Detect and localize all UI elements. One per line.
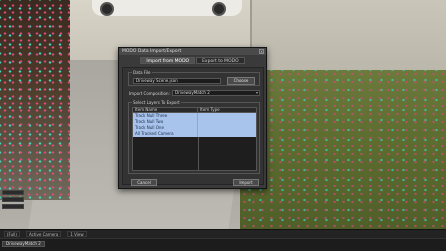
import-button[interactable]: Import [233, 179, 259, 186]
row-item-name: All Tracked Camera [133, 131, 198, 137]
resolution-select[interactable]: (Full) [4, 231, 20, 237]
timeline-comp-tab[interactable]: DrivewayMatch 2 [2, 241, 45, 247]
close-icon[interactable]: x [259, 49, 264, 54]
choose-button[interactable]: Choose [227, 77, 255, 85]
data-file-label: Data File [132, 70, 152, 75]
import-panel: Data File Driveway Scene.json Choose Imp… [122, 67, 264, 186]
shrub-track-points [0, 0, 70, 200]
composition-selected-value: DrivewayMatch 2 [175, 90, 210, 95]
car-wheel [212, 2, 226, 16]
car [92, 0, 242, 16]
tab-export-to-modo[interactable]: Export to MODO [196, 57, 245, 64]
camera-select[interactable]: Active Camera [25, 231, 62, 237]
tool-line[interactable] [2, 204, 24, 209]
view-layout-select[interactable]: 1 View [67, 231, 87, 237]
column-header-item-name[interactable]: Item Name [133, 108, 198, 112]
import-composition-label: Import Composition: [129, 91, 170, 96]
table-row[interactable]: All Tracked Camera [133, 131, 256, 137]
car-wheel [100, 2, 114, 16]
chevron-down-icon: ▾ [255, 90, 258, 95]
dialog-title-text: MODO Data Import/Export [122, 49, 182, 54]
layers-group-label: Select Layers To Export [132, 100, 181, 105]
import-composition-select[interactable]: DrivewayMatch 2 ▾ [172, 90, 260, 96]
column-header-item-type[interactable]: Item Type [198, 108, 220, 112]
viewer-side-tools [0, 188, 26, 230]
dialog-tabs: Import from MODO Export to MODO [119, 57, 266, 64]
data-file-path-field[interactable]: Driveway Scene.json [133, 78, 221, 84]
modo-import-export-dialog: MODO Data Import/Export x Import from MO… [118, 47, 267, 189]
dialog-title: MODO Data Import/Export x [119, 48, 266, 55]
tool-line[interactable] [2, 197, 24, 202]
tab-import-from-modo[interactable]: Import from MODO [140, 57, 196, 64]
data-file-group: Data File Driveway Scene.json Choose [128, 70, 260, 86]
layers-table[interactable]: Item Name Item Type Track Null Three Tra… [132, 107, 257, 171]
lawn-track-points [240, 70, 446, 234]
timeline-panel: DrivewayMatch 2 [0, 238, 446, 251]
composition-viewer[interactable]: MODO Data Import/Export x Import from MO… [0, 0, 446, 234]
viewer-toolbar: (Full) Active Camera 1 View [0, 229, 446, 238]
tool-line[interactable] [2, 190, 24, 195]
cancel-button[interactable]: Cancel [131, 179, 157, 186]
column-divider [198, 137, 199, 171]
layers-group: Select Layers To Export Item Name Item T… [128, 100, 260, 174]
